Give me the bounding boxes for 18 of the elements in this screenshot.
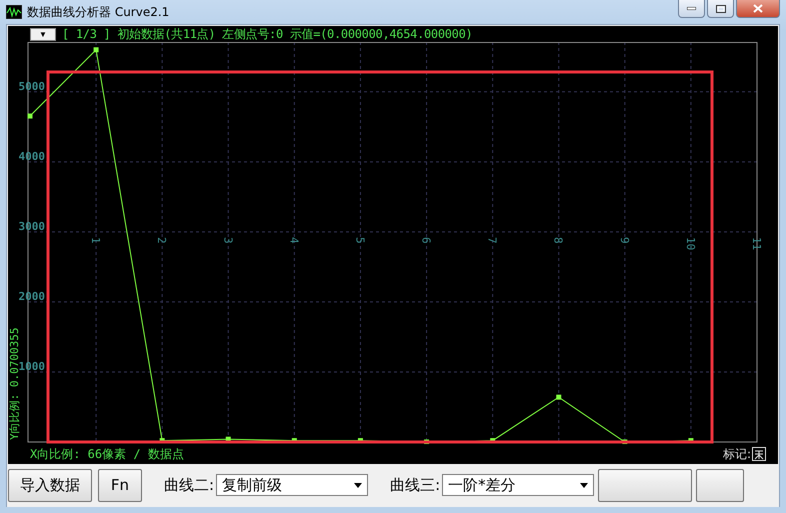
curve-three-label: 曲线三: xyxy=(390,476,440,494)
x-tick-label: 1 xyxy=(89,237,102,244)
x-tick-label: 4 xyxy=(287,237,300,244)
x-tick-label: 10 xyxy=(684,237,697,250)
x-tick-label: 7 xyxy=(486,237,499,244)
chart-header: [ 1/3 ] 初始数据(共11点) 左侧点号:0 示值=(0.000000,4654.000000) xyxy=(62,26,472,42)
x-tick-label: 6 xyxy=(420,237,433,244)
marker-label: 标记: xyxy=(722,446,751,462)
x-tick-label: 5 xyxy=(353,237,366,244)
curve-two-label: 曲线二: xyxy=(164,476,214,494)
x-tick-label: 11 xyxy=(750,237,763,250)
x-scale-label: X向比例: 66像素 / 数据点 xyxy=(30,446,184,462)
window-title: 数据曲线分析器 Curve2.1 xyxy=(27,4,170,20)
x-tick-label: 8 xyxy=(552,237,565,244)
y-scale-label: Y向比例: 0.0700355 xyxy=(8,328,21,440)
x-tick-label: 3 xyxy=(221,237,234,244)
x-tick-label: 2 xyxy=(155,237,168,244)
x-tick-label: 9 xyxy=(618,237,631,244)
